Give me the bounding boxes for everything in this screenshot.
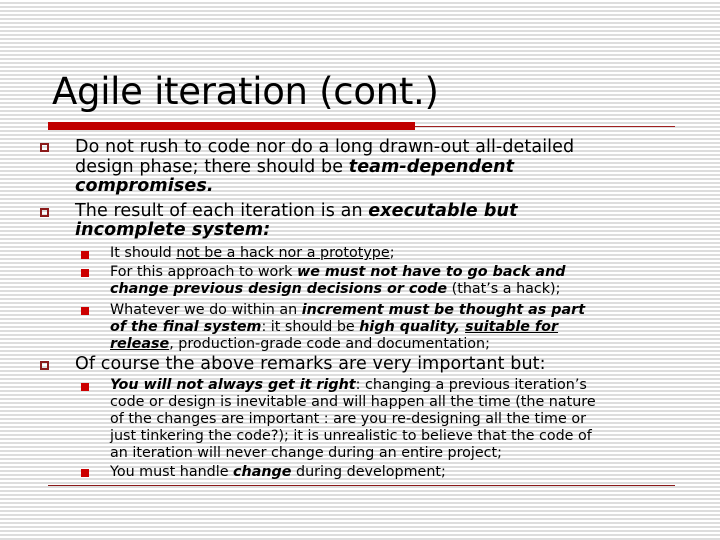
sub-bullet-2-3-line-2: of the final system: it should be high q… bbox=[110, 319, 559, 335]
slide-title: Agile iteration (cont.) bbox=[52, 70, 439, 113]
sub-bullet-2-2-line-2: change previous design decisions or code… bbox=[110, 281, 561, 297]
underlined-not-a-hack: not be a hack nor a prototype bbox=[176, 245, 390, 261]
sub-bullet-2-2-line-1: For this approach to work we must not ha… bbox=[110, 264, 566, 280]
emphasis-executable-but: executable but bbox=[368, 201, 518, 221]
emphasis-release: release bbox=[110, 336, 170, 352]
emphasis-high-quality: high quality, bbox=[359, 319, 466, 335]
hollow-square-bullet-icon bbox=[40, 143, 49, 152]
sub-bullet-3-1-line-3: of the changes are important : are you r… bbox=[110, 411, 586, 427]
sub-bullet-3-1-line-4: just tinkering the code?); it is unreali… bbox=[110, 428, 592, 444]
filled-square-bullet-icon bbox=[81, 469, 89, 477]
sub-bullet-2-1-line-1: It should not be a hack nor a prototype; bbox=[110, 245, 395, 261]
bullet-2-line-1: The result of each iteration is an execu… bbox=[75, 201, 518, 221]
hollow-square-bullet-icon bbox=[40, 361, 49, 370]
title-underline-thick bbox=[48, 122, 415, 130]
filled-square-bullet-icon bbox=[81, 307, 89, 315]
sub-bullet-3-1-line-2: code or design is inevitable and will ha… bbox=[110, 394, 596, 410]
filled-square-bullet-icon bbox=[81, 269, 89, 277]
title-underline-thin bbox=[415, 126, 675, 127]
sub-bullet-2-3-line-1: Whatever we do within an increment must … bbox=[110, 302, 586, 318]
bullet-2-line-2: incomplete system: bbox=[75, 220, 271, 241]
emphasis-incomplete-system: incomplete system: bbox=[75, 220, 271, 240]
emphasis-change-previous-design: change previous design decisions or code bbox=[110, 281, 448, 297]
hollow-square-bullet-icon bbox=[40, 208, 49, 217]
bullet-1-line-3: compromises. bbox=[75, 176, 214, 197]
bullet-1-line-1: Do not rush to code nor do a long drawn-… bbox=[75, 137, 575, 157]
emphasis-increment: increment must be thought as part bbox=[301, 302, 586, 318]
emphasis-must-not-go-back: we must not have to go back and bbox=[297, 264, 566, 280]
bullet-1-line-2: design phase; there should be team-depen… bbox=[75, 157, 515, 177]
emphasis-compromises: compromises. bbox=[75, 176, 214, 196]
sub-bullet-3-1-line-5: an iteration will never change during an… bbox=[110, 445, 502, 461]
filled-square-bullet-icon bbox=[81, 383, 89, 391]
sub-bullet-3-2-line-1: You must handle change during developmen… bbox=[110, 464, 446, 480]
emphasis-final-system: of the final system bbox=[110, 319, 262, 335]
filled-square-bullet-icon bbox=[81, 251, 89, 259]
emphasis-not-always-right: You will not always get it right bbox=[110, 377, 356, 393]
sub-bullet-2-3-line-3: release, production-grade code and docum… bbox=[110, 336, 490, 352]
emphasis-change: change bbox=[233, 464, 292, 480]
sub-bullet-3-1-line-1: You will not always get it right: changi… bbox=[110, 377, 587, 393]
emphasis-team-dependent: team-dependent bbox=[348, 157, 515, 177]
footer-divider bbox=[48, 485, 675, 486]
bullet-3-line-1: Of course the above remarks are very imp… bbox=[75, 354, 546, 374]
emphasis-suitable-for: suitable for bbox=[465, 319, 559, 335]
